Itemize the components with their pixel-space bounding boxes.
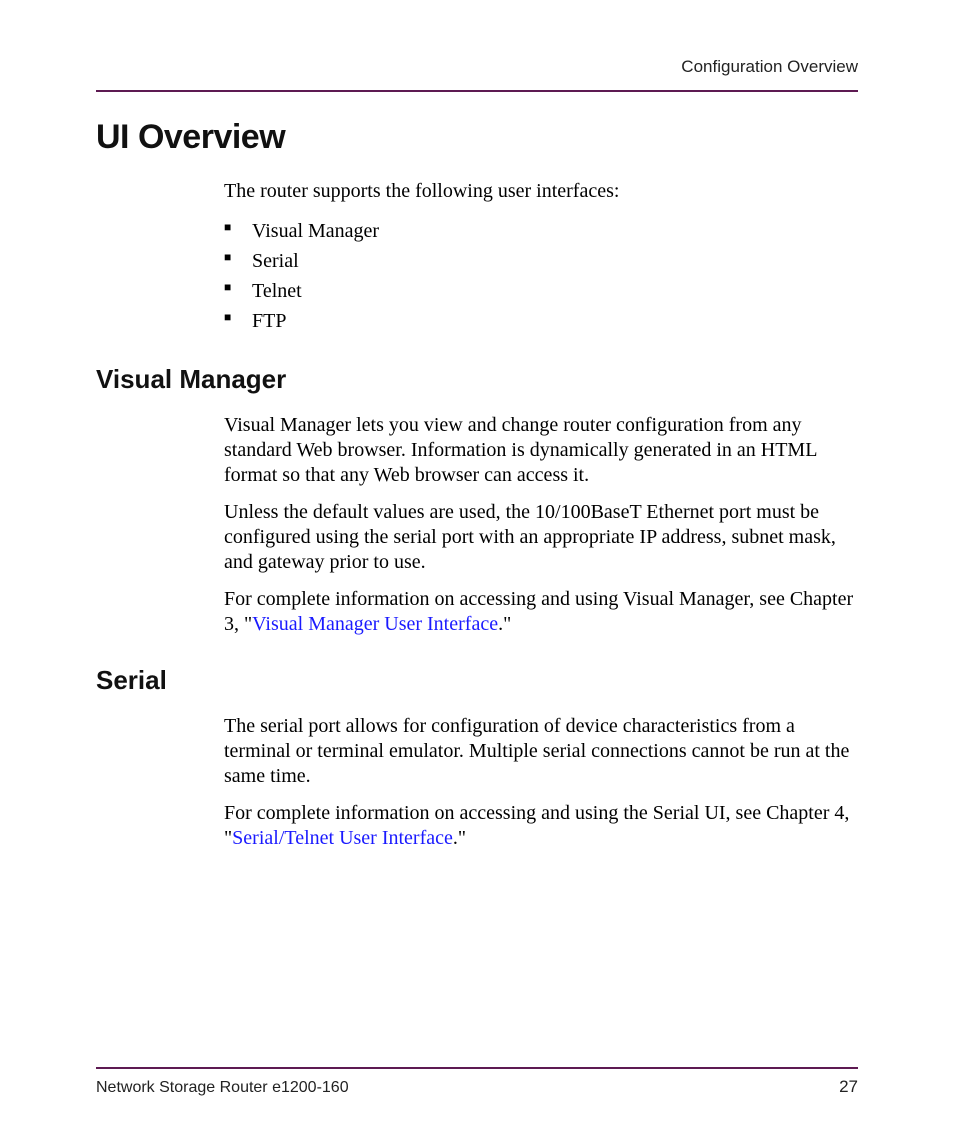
content-area: UI Overview The router supports the foll… [96, 58, 858, 851]
interface-list: Visual Manager Serial Telnet FTP [224, 216, 858, 336]
body-text: For complete information on accessing an… [224, 587, 858, 637]
visual-manager-heading: Visual Manager [96, 364, 858, 395]
list-item: Visual Manager [224, 216, 858, 246]
list-item: FTP [224, 306, 858, 336]
intro-block: The router supports the following user i… [224, 179, 858, 336]
intro-text: The router supports the following user i… [224, 179, 858, 204]
header-rule [96, 90, 858, 92]
text-run: ." [498, 613, 511, 635]
footer-doc-title: Network Storage Router e1200-160 [96, 1079, 349, 1097]
text-run: ." [453, 827, 466, 849]
serial-block: The serial port allows for configuration… [224, 714, 858, 851]
body-text: The serial port allows for configuration… [224, 714, 858, 789]
link-visual-manager-ui[interactable]: Visual Manager User Interface [252, 613, 498, 635]
footer-page-number: 27 [839, 1077, 858, 1097]
body-text: Visual Manager lets you view and change … [224, 413, 858, 488]
body-text: Unless the default values are used, the … [224, 500, 858, 575]
visual-manager-block: Visual Manager lets you view and change … [224, 413, 858, 637]
serial-heading: Serial [96, 665, 858, 696]
footer-rule [96, 1067, 858, 1069]
page: Configuration Overview UI Overview The r… [0, 0, 954, 1145]
running-header: Configuration Overview [681, 57, 858, 77]
body-text: For complete information on accessing an… [224, 801, 858, 851]
list-item: Telnet [224, 276, 858, 306]
page-title: UI Overview [96, 118, 858, 157]
list-item: Serial [224, 246, 858, 276]
link-serial-telnet-ui[interactable]: Serial/Telnet User Interface [232, 827, 453, 849]
